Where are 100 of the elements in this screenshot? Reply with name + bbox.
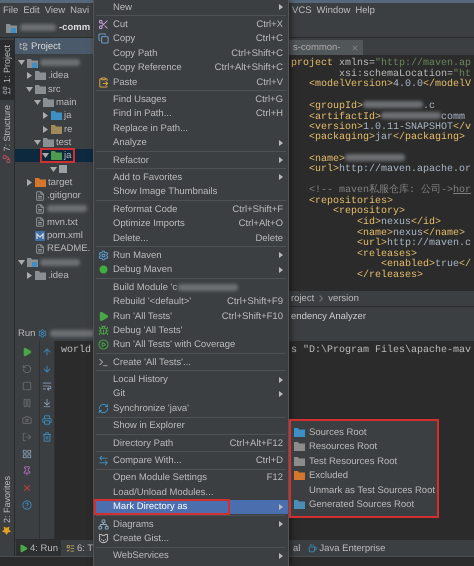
menu-item[interactable]: Build Module 'c (94, 280, 288, 294)
tree-item[interactable]: README. (15, 242, 93, 256)
menu-item[interactable]: Cut Ctrl+X (94, 17, 288, 32)
menu-item[interactable]: Copy Ctrl+C (94, 32, 288, 46)
menu-item[interactable]: Compare With... Ctrl+D (94, 453, 288, 468)
menu-item[interactable]: Generated Sources Root (294, 498, 434, 512)
menu-bar-item[interactable]: Window (316, 5, 350, 16)
tree-item[interactable]: main (15, 96, 93, 110)
menu-item[interactable]: Debug Maven (94, 262, 288, 278)
menu-item[interactable]: Analyze (94, 136, 288, 150)
collapsed-arrow-icon[interactable] (42, 126, 49, 133)
menu-bar-item[interactable]: Edit (23, 5, 40, 16)
gear-icon[interactable] (38, 328, 48, 338)
menu-item[interactable]: Reformat Code Ctrl+Shift+F (94, 202, 288, 216)
menu-item[interactable]: Copy Path Ctrl+Shift+C (94, 46, 288, 61)
expanded-arrow-icon[interactable] (18, 59, 25, 66)
menu-item[interactable]: Synchronize 'java' (94, 401, 288, 416)
expanded-arrow-icon[interactable] (42, 152, 49, 160)
menu-item[interactable]: Directory Path Ctrl+Alt+F12 (94, 436, 288, 450)
menu-item[interactable]: Resources Root (294, 440, 434, 454)
menu-item[interactable]: Test Resources Root (294, 454, 434, 468)
menu-bar-item[interactable]: Help (355, 5, 375, 16)
pin-icon[interactable] (22, 466, 32, 476)
rerun-icon[interactable] (22, 364, 32, 374)
menu-item[interactable]: Create Gist... (94, 531, 288, 546)
tree-item[interactable]: .idea (15, 69, 93, 83)
menu-item[interactable]: Local History (94, 372, 288, 387)
close-icon[interactable] (350, 44, 359, 52)
menu-item[interactable]: Find Usages Ctrl+G (94, 92, 288, 107)
menu-item[interactable]: Mark Directory as (94, 500, 288, 514)
menu-item[interactable]: WebServices (94, 548, 288, 564)
tool-tab[interactable]: Java Enterprise (305, 540, 388, 556)
menu-item[interactable]: Replace in Path... (94, 121, 288, 136)
stop-icon[interactable] (22, 381, 32, 391)
menu-item[interactable]: Unmark as Test Sources Root (294, 483, 434, 498)
tree-item[interactable]: mvn.txt (15, 216, 93, 229)
menu-bar-item[interactable]: File (3, 5, 18, 16)
layout-icon[interactable] (22, 449, 32, 459)
menu-item[interactable]: Run 'All Tests' Ctrl+Shift+F10 (94, 308, 288, 324)
collapsed-arrow-icon[interactable] (26, 272, 33, 279)
menu-item[interactable]: Sources Root (294, 425, 434, 440)
expanded-arrow-icon[interactable] (34, 99, 41, 106)
tree-item[interactable]: ja (15, 109, 93, 122)
breadcrumb[interactable]: roject (291, 293, 314, 304)
breadcrumb[interactable]: version (328, 293, 359, 304)
menu-bar-item[interactable]: Navi (70, 5, 90, 16)
scroll-end-icon[interactable] (42, 398, 52, 408)
expanded-arrow-icon[interactable] (26, 86, 33, 93)
camera-icon[interactable] (22, 415, 32, 425)
printer-icon[interactable] (42, 415, 52, 425)
expanded-arrow-icon[interactable] (50, 166, 57, 173)
collapsed-arrow-icon[interactable] (42, 112, 49, 120)
tree-item[interactable]: target (15, 176, 93, 189)
play-icon[interactable] (22, 347, 32, 357)
side-tab[interactable]: 7: Structure (0, 100, 14, 169)
expanded-arrow-icon[interactable] (34, 138, 41, 146)
menu-item[interactable]: Load/Unload Modules... (94, 485, 288, 500)
menu-item[interactable]: Diagrams (94, 516, 288, 532)
tree-item[interactable]: test (15, 136, 93, 150)
up-arrow-icon[interactable] (42, 347, 52, 357)
tree-item[interactable]: .gitignor (15, 188, 93, 202)
tree-item[interactable]: ja (15, 149, 93, 162)
menu-item[interactable]: Paste Ctrl+V (94, 74, 288, 90)
menu-item[interactable]: Create 'All Tests'... (94, 354, 288, 370)
help-icon[interactable] (22, 500, 32, 510)
menu-item[interactable]: Optimize Imports Ctrl+Alt+O (94, 216, 288, 231)
expanded-arrow-icon[interactable] (18, 258, 25, 266)
menu-item[interactable]: Excluded (294, 468, 434, 483)
tool-tab[interactable]: al (290, 540, 304, 556)
menu-item[interactable]: Copy Reference Ctrl+Alt+Shift+C (94, 60, 288, 75)
tree-item[interactable]: re (15, 122, 93, 136)
menu-item[interactable]: Show Image Thumbnails (94, 184, 288, 200)
menu-bar-item[interactable]: VCS (292, 5, 312, 16)
menu-item[interactable]: Run 'All Tests' with Coverage (94, 338, 288, 352)
down-arrow-icon[interactable] (42, 364, 52, 374)
menu-item[interactable]: Git (94, 386, 288, 402)
tree-item[interactable]: pom.xml (15, 228, 93, 242)
wrap-icon[interactable] (42, 381, 52, 391)
exit-icon[interactable] (22, 432, 32, 442)
menu-item[interactable]: Refactor (94, 152, 288, 168)
editor-tab[interactable]: s-common- (289, 40, 363, 55)
menu-item[interactable]: Delete... Delete (94, 230, 288, 246)
menu-item[interactable]: Rebuild '<default>' Ctrl+Shift+F9 (94, 294, 288, 309)
collapsed-arrow-icon[interactable] (26, 178, 33, 186)
side-tab[interactable]: 2: Favorites (0, 470, 14, 540)
menu-item[interactable]: Show in Explorer (94, 418, 288, 433)
project-name[interactable]: -comm (59, 22, 90, 33)
menu-item[interactable]: Find in Path... Ctrl+H (94, 106, 288, 122)
tree-item[interactable]: .idea (15, 268, 93, 282)
menu-bar-item[interactable]: View (44, 5, 66, 16)
tool-tab[interactable]: 4: Run (16, 540, 61, 556)
pause-icon[interactable] (22, 398, 32, 408)
menu-item[interactable]: Open Module Settings F12 (94, 470, 288, 486)
collapsed-arrow-icon[interactable] (26, 72, 33, 80)
menu-item[interactable]: New (94, 0, 288, 14)
side-tab[interactable]: 1: Project (0, 40, 14, 100)
trash-icon[interactable] (42, 432, 52, 442)
menu-item[interactable]: Add to Favorites (94, 170, 288, 185)
close-icon[interactable] (22, 483, 32, 493)
tree-item[interactable]: src (15, 82, 93, 96)
